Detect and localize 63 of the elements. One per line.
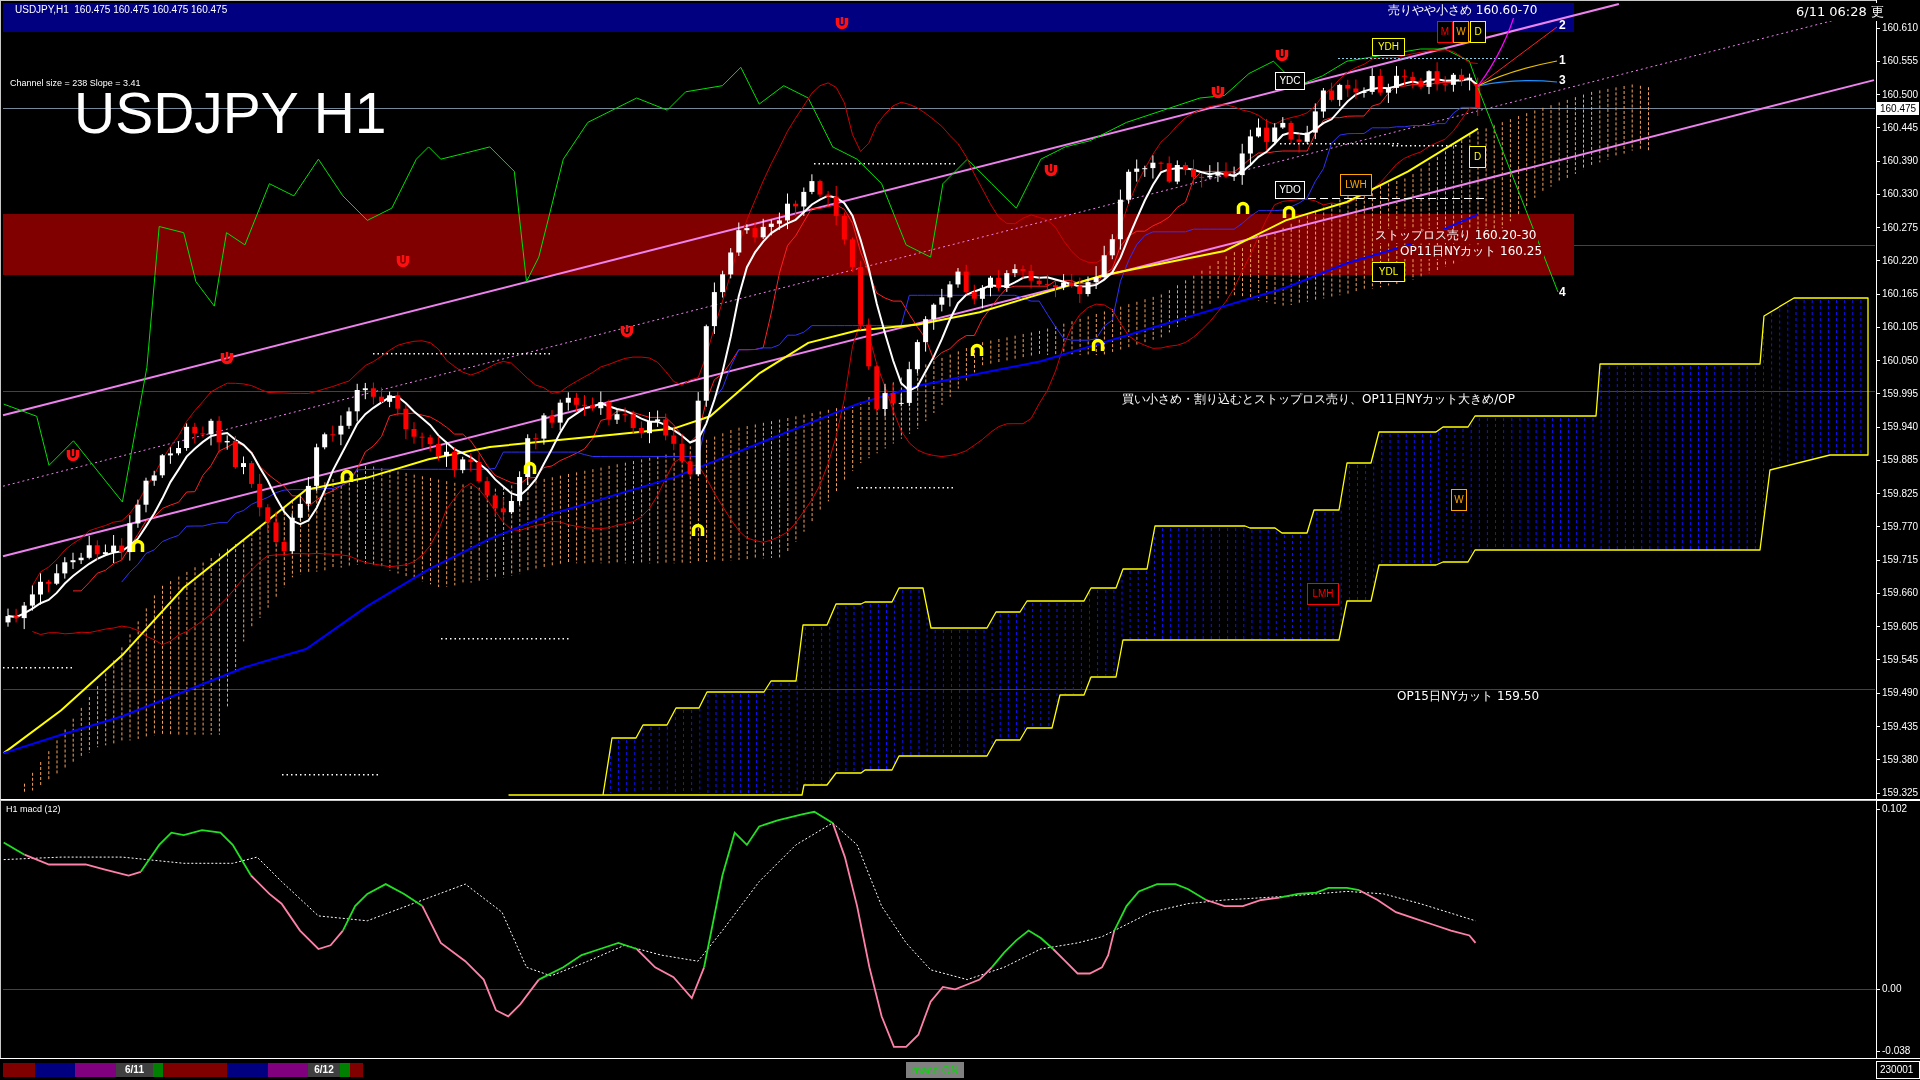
price-tick-label: 159.435 (1877, 720, 1919, 733)
level-tag: M (1437, 21, 1453, 43)
price-tick-label: 159.605 (1877, 620, 1919, 633)
horseshoe-marker-icon (396, 255, 410, 268)
horseshoe-marker-icon (970, 344, 984, 356)
horseshoe-marker-icon (220, 352, 234, 365)
price-tick-label: 160.445 (1877, 121, 1919, 134)
horseshoe-marker-icon (523, 462, 537, 474)
update-time: 6/11 06:28 更 (1796, 3, 1886, 21)
zone-note: 売りやや小さめ 160.60-70 (1386, 4, 1540, 18)
horseshoe-marker-icon (1236, 202, 1250, 214)
price-tick-label: 160.610 (1877, 22, 1919, 34)
horseshoe-marker-icon (835, 17, 849, 30)
level-tag: D (1470, 21, 1486, 43)
level-tag: YDO (1275, 181, 1305, 199)
price-tick-label: 160.390 (1877, 155, 1919, 167)
level-tag: LMH (1307, 583, 1339, 605)
horseshoe-marker-icon (1275, 49, 1289, 62)
price-tick-label: 159.545 (1877, 653, 1919, 666)
projection-label: 3 (1559, 74, 1566, 88)
level-tag: YDL (1372, 262, 1405, 282)
indicator-tick-label: 0.00 (1877, 983, 1902, 995)
price-tick-label: 159.325 (1877, 787, 1919, 799)
level-tag: YDH (1372, 38, 1405, 56)
current-price-label: 160.475 (1877, 102, 1919, 115)
level-note: OP15日NYカット 159.50 (1397, 690, 1540, 704)
projection-label: 2 (1559, 19, 1566, 33)
zone-note: OP11日NYカット 160.25 (1398, 245, 1545, 259)
indicator-title: H1 macd (12) (6, 804, 61, 814)
session-segment: 6/11 (116, 1062, 153, 1077)
horseshoe-marker-icon (620, 325, 634, 338)
level-tag: W (1451, 489, 1467, 511)
horseshoe-marker-icon (691, 524, 705, 536)
horseshoe-marker-icon (1044, 164, 1058, 177)
projection-label: 1 (1559, 54, 1566, 68)
level-note: 買い小さめ・割り込むとストップロス売り、OP11日NYカット大きめ/OP (1122, 393, 1515, 407)
level-tag: D (1469, 146, 1486, 168)
horseshoe-marker-icon (340, 470, 354, 482)
level-tag: YDC (1275, 72, 1305, 90)
indicator-tick-label: -0.038 (1877, 1045, 1911, 1057)
price-tick-label: 159.770 (1877, 520, 1919, 533)
horseshoe-marker-icon (66, 449, 80, 462)
horseshoe-marker-icon (1211, 86, 1225, 99)
price-tick-label: 159.995 (1877, 387, 1919, 400)
price-tick-label: 159.825 (1877, 487, 1919, 500)
horseshoe-marker-icon (131, 540, 145, 552)
chart-header: USDJPY,H1 160.475 160.475 160.475 160.475 (15, 4, 228, 16)
projection-label: 4 (1559, 286, 1566, 300)
level-tag: W (1453, 21, 1469, 43)
zone-note: ストップロス売り 160.20-30 (1373, 229, 1539, 243)
price-tick-label: 160.275 (1877, 221, 1919, 234)
session-segment: 6/12 (308, 1062, 340, 1077)
dotted-level-line (3, 667, 72, 669)
horseshoe-marker-icon (1091, 339, 1105, 351)
price-tick-label: 160.050 (1877, 354, 1919, 367)
level-tag: LWH (1340, 174, 1372, 196)
price-tick-label: 160.220 (1877, 254, 1919, 267)
indicator-toggle-button[interactable]: macd ON (906, 1061, 965, 1078)
status-value: 230001 (1876, 1060, 1920, 1079)
price-tick-label: 159.380 (1877, 753, 1919, 766)
indicator-tick-label: 0.102 (1877, 803, 1908, 815)
price-tick-label: 160.500 (1877, 88, 1919, 101)
horseshoe-marker-icon (1282, 206, 1296, 218)
